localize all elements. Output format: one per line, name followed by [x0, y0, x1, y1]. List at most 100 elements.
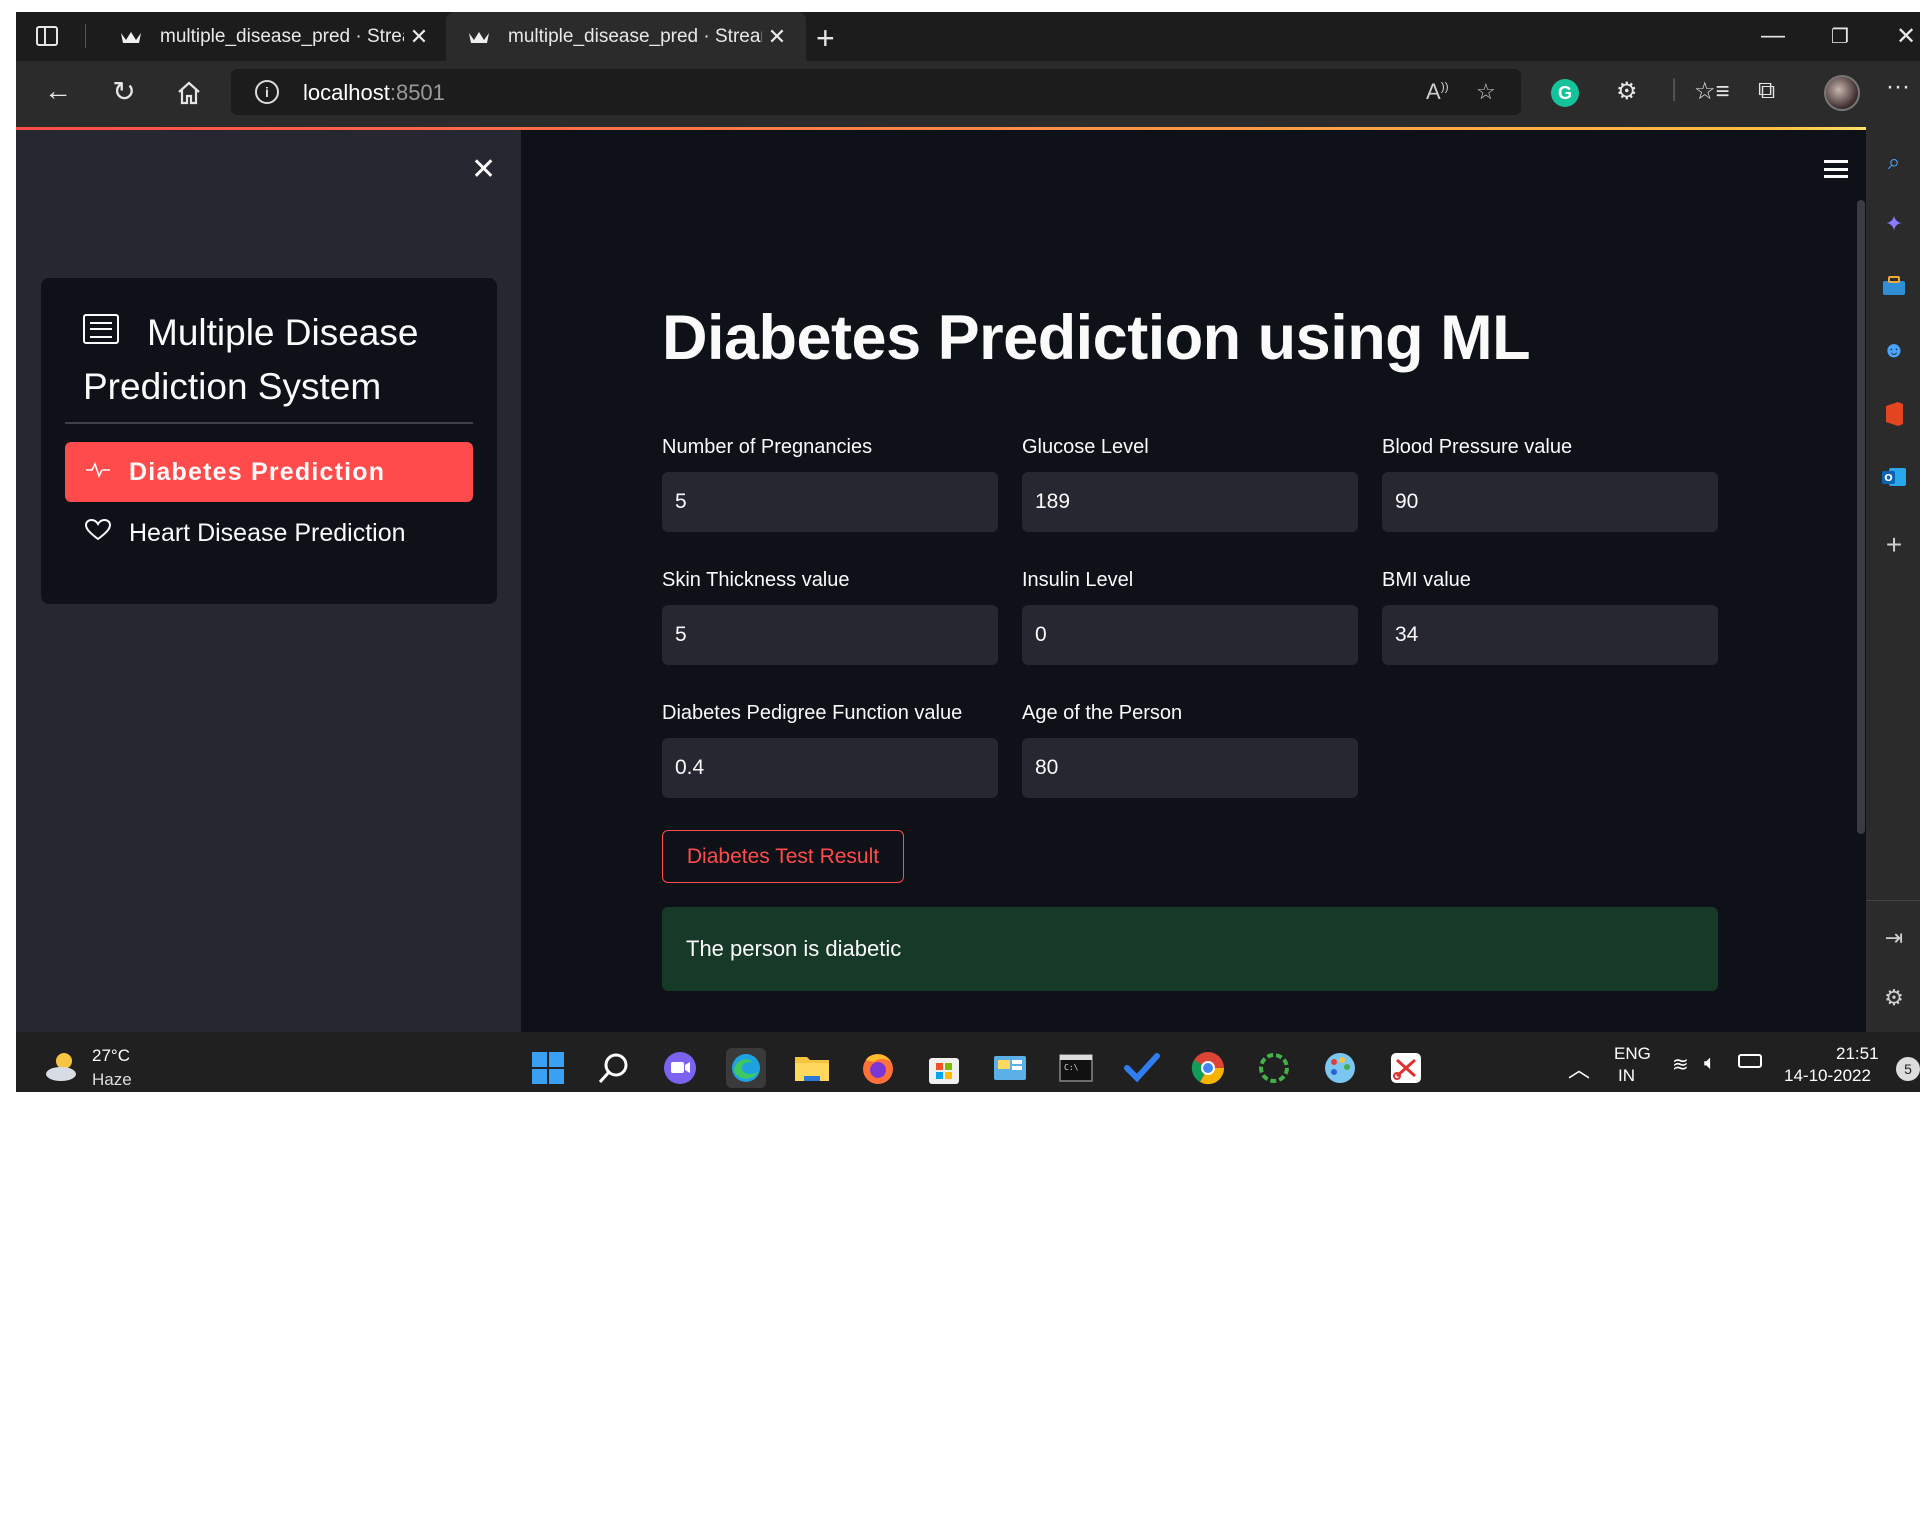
result-text: The person is diabetic	[686, 936, 902, 961]
teams-chat-icon[interactable]	[660, 1048, 700, 1088]
bmi-field: BMI value	[1382, 569, 1718, 665]
pregnancies-input[interactable]	[662, 472, 998, 532]
paint-icon[interactable]	[1320, 1048, 1360, 1088]
age-input[interactable]	[1022, 738, 1358, 798]
minimize-icon[interactable]: —	[1761, 22, 1785, 50]
address-bar[interactable]: i localhost:8501 A)) ☆	[231, 69, 1521, 115]
tab-separator	[85, 24, 86, 48]
weather-desc: Haze	[92, 1070, 132, 1089]
more-options-icon[interactable]: ···	[1886, 73, 1910, 101]
diabetes-test-result-button[interactable]: Diabetes Test Result	[662, 830, 904, 883]
new-tab-icon[interactable]: +	[816, 20, 835, 57]
insulin-input[interactable]	[1022, 605, 1358, 665]
scrollbar[interactable]	[1857, 200, 1865, 834]
blood-pressure-field: Blood Pressure value	[1382, 436, 1718, 532]
start-icon[interactable]	[528, 1048, 568, 1088]
favorites-icon[interactable]: ☆≡	[1694, 77, 1730, 106]
close-window-icon[interactable]: ✕	[1896, 22, 1916, 51]
copilot-icon[interactable]: ✦	[1881, 211, 1907, 237]
menu-divider	[65, 422, 473, 424]
rail-divider	[1866, 900, 1920, 901]
result-alert: The person is diabetic	[662, 907, 1718, 991]
browser-tab-2[interactable]: multiple_disease_pred · Streamlit ✕	[446, 12, 806, 61]
option-menu: Multiple Disease Prediction System Diabe…	[41, 278, 497, 604]
weather-icon[interactable]	[44, 1050, 80, 1084]
pedigree-input[interactable]	[662, 738, 998, 798]
grammarly-extension-icon[interactable]: G	[1551, 79, 1579, 107]
sidebar: ✕ Multiple Disease Prediction System Dia…	[16, 130, 521, 1032]
battery-icon[interactable]	[1738, 1054, 1762, 1068]
restore-icon[interactable]: ❐	[1831, 24, 1849, 49]
todo-icon[interactable]	[1122, 1048, 1162, 1088]
tab-actions-icon[interactable]	[36, 26, 58, 46]
snip-tool-icon[interactable]	[1386, 1048, 1426, 1088]
search-taskbar-icon[interactable]	[594, 1048, 634, 1088]
office-icon[interactable]	[1881, 401, 1907, 427]
streamlit-favicon-icon	[469, 31, 489, 43]
tray-overflow-icon[interactable]: ︿	[1568, 1052, 1590, 1084]
bmi-input[interactable]	[1382, 605, 1718, 665]
notification-badge[interactable]: 5	[1896, 1057, 1920, 1081]
outlook-icon[interactable]: O	[1881, 465, 1907, 491]
glucose-input[interactable]	[1022, 472, 1358, 532]
screen: multiple_disease_pred · Streamlit ✕ mult…	[16, 12, 1920, 1092]
terminal-icon[interactable]: C:\	[1056, 1048, 1096, 1088]
tools-icon[interactable]: ☻	[1881, 337, 1907, 363]
url-text[interactable]: localhost:8501	[303, 80, 445, 106]
wifi-icon[interactable]: ≋	[1672, 1052, 1689, 1077]
field-label: Age of the Person	[1022, 702, 1183, 724]
blood-pressure-input[interactable]	[1382, 472, 1718, 532]
extensions-icon[interactable]: ⚙	[1616, 77, 1638, 106]
back-icon[interactable]: ←	[40, 75, 76, 107]
search-icon[interactable]: ⌕	[1881, 149, 1907, 175]
tab-title: multiple_disease_pred · Streamlit	[508, 25, 762, 47]
shopping-icon[interactable]	[1881, 275, 1907, 301]
glucose-field: Glucose Level	[1022, 436, 1358, 532]
pedigree-field: Diabetes Pedigree Function value	[662, 702, 998, 798]
close-tab-icon[interactable]: ✕	[404, 24, 434, 50]
close-tab-icon[interactable]: ✕	[762, 24, 792, 50]
language-code[interactable]: ENG	[1614, 1044, 1651, 1064]
menu-title: Multiple Disease Prediction System	[83, 312, 419, 407]
settings-icon[interactable]: ⚙	[1881, 985, 1907, 1011]
main-content: Diabetes Prediction using ML Number of P…	[521, 130, 1866, 1032]
hide-sidebar-icon[interactable]: ⇥	[1881, 925, 1907, 951]
clock-time[interactable]: 21:51	[1836, 1044, 1879, 1064]
language-region[interactable]: IN	[1618, 1066, 1635, 1086]
svg-text:C:\: C:\	[1064, 1063, 1079, 1072]
menu-item-diabetes-prediction[interactable]: Diabetes Prediction	[65, 442, 473, 502]
file-explorer-icon[interactable]	[792, 1048, 832, 1088]
close-sidebar-icon[interactable]: ✕	[471, 152, 496, 187]
collections-icon[interactable]: ⧉	[1758, 77, 1775, 105]
control-panel-icon[interactable]	[990, 1048, 1030, 1088]
refresh-icon[interactable]: ↻	[106, 75, 142, 108]
pregnancies-field: Number of Pregnancies	[662, 436, 998, 532]
anaconda-icon[interactable]	[1254, 1048, 1294, 1088]
edge-app-icon[interactable]	[726, 1048, 766, 1088]
add-favorite-icon[interactable]: ☆	[1476, 79, 1496, 105]
insulin-field: Insulin Level	[1022, 569, 1358, 665]
profile-avatar[interactable]	[1824, 75, 1860, 111]
menu-item-heart-disease-prediction[interactable]: Heart Disease Prediction	[65, 503, 473, 563]
skin-thickness-input[interactable]	[662, 605, 998, 665]
field-label: Blood Pressure value	[1382, 436, 1573, 458]
add-icon[interactable]: +	[1881, 529, 1907, 560]
skin-thickness-field: Skin Thickness value	[662, 569, 998, 665]
firefox-icon[interactable]	[858, 1048, 898, 1088]
site-info-icon[interactable]: i	[255, 80, 279, 104]
chrome-icon[interactable]	[1188, 1048, 1228, 1088]
svg-text:O: O	[1884, 473, 1893, 484]
store-icon[interactable]	[924, 1048, 964, 1088]
volume-icon[interactable]: 🔈︎	[1704, 1052, 1716, 1075]
home-icon[interactable]	[176, 81, 202, 105]
browser-tab-1[interactable]: multiple_disease_pred · Streamlit ✕	[98, 12, 448, 61]
page-title: Diabetes Prediction using ML	[662, 303, 1531, 373]
clock-date[interactable]: 14-10-2022	[1784, 1066, 1871, 1086]
browser-titlebar: multiple_disease_pred · Streamlit ✕ mult…	[16, 12, 1920, 61]
read-aloud-icon[interactable]: A))	[1426, 79, 1449, 105]
edge-sidebar: ⌕ ✦ ☻ O + ⇥ ⚙	[1866, 127, 1920, 1032]
field-label: Skin Thickness value	[662, 569, 850, 591]
main-menu-icon[interactable]	[1824, 160, 1848, 178]
browser-toolbar: ← ↻ i localhost:8501 A)) ☆ G ⚙ | ☆≡ ⧉ ··…	[16, 61, 1920, 127]
field-label: BMI value	[1382, 569, 1471, 591]
